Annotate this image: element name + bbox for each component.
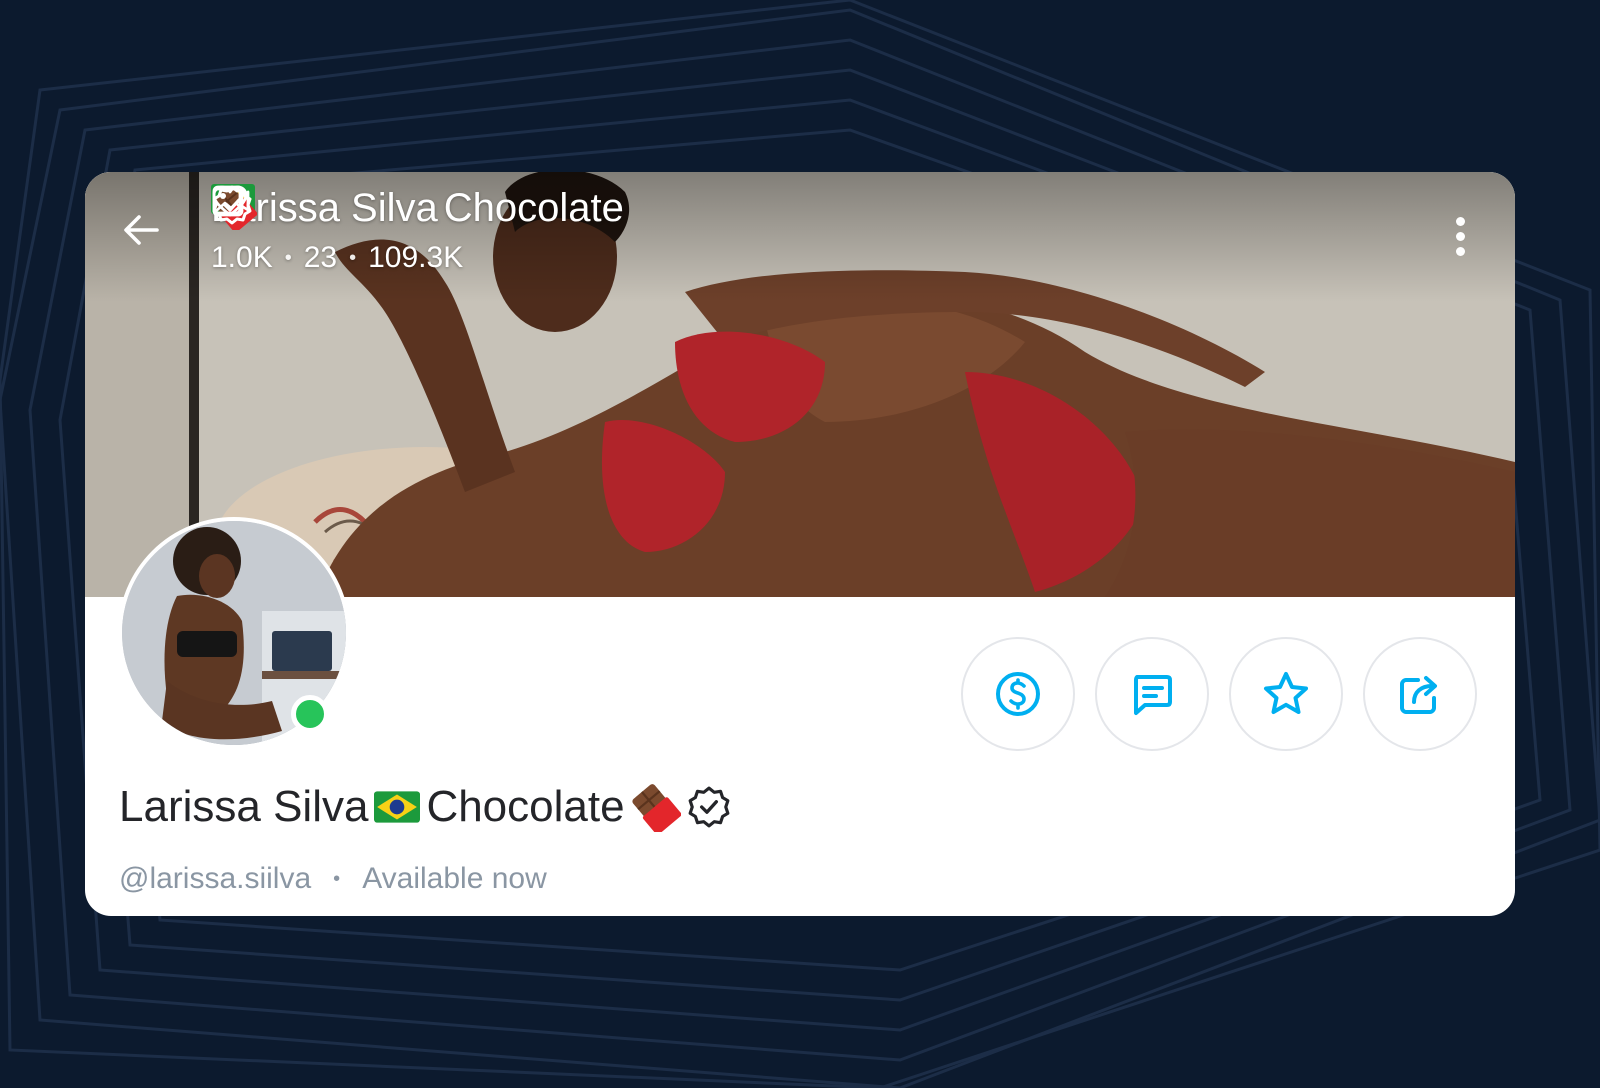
message-icon [1134,675,1172,715]
heart-icon [212,185,248,217]
profile-handle[interactable]: @larissa.siilva [119,862,311,896]
share-icon [1400,676,1437,714]
photos-count: 1.0K [211,241,273,274]
star-icon [1264,672,1308,714]
verified-badge-icon [688,786,730,828]
stat-separator: • [284,247,292,269]
profile-subtitle: @larissa.siilva • Available now [119,862,547,896]
profile-name-part2: Chocolate [426,782,625,831]
dollar-circle-icon [996,672,1040,716]
availability-status: Available now [362,862,547,895]
tip-button[interactable] [961,637,1075,751]
header-title: Larissa Silva Chocolate [211,184,624,232]
videos-stat: 23 [212,187,338,276]
online-status-indicator [291,695,329,733]
profile-card: Larissa Silva Chocolate 1.0K • 23 • 109.… [85,172,1515,916]
favorite-button[interactable] [1229,637,1343,751]
photos-stat: 1.0K [211,185,273,276]
profile-name-part1: Larissa Silva [119,782,369,831]
avatar-container[interactable] [118,517,350,749]
profile-actions [961,637,1477,751]
videos-count: 23 [303,241,338,274]
brazil-flag-icon [374,791,421,823]
share-button[interactable] [1363,637,1477,751]
header-stats: 1.0K • 23 • 109.3K [211,185,624,276]
arrow-left-icon [124,215,159,245]
back-button[interactable] [121,210,169,258]
stat-separator: • [349,247,357,269]
header-name-part2: Chocolate [443,186,624,230]
likes-count: 109.3K [368,241,464,274]
message-button[interactable] [1095,637,1209,751]
chocolate-bar-icon [631,784,681,832]
header-info: Larissa Silva Chocolate 1.0K • 23 • 109.… [211,184,624,276]
subtitle-separator: • [333,867,341,890]
profile-name: Larissa Silva Chocolate [119,782,731,832]
likes-stat: 109.3K [212,185,464,276]
more-options-button[interactable] [1445,212,1475,260]
more-vertical-icon [1455,216,1465,226]
